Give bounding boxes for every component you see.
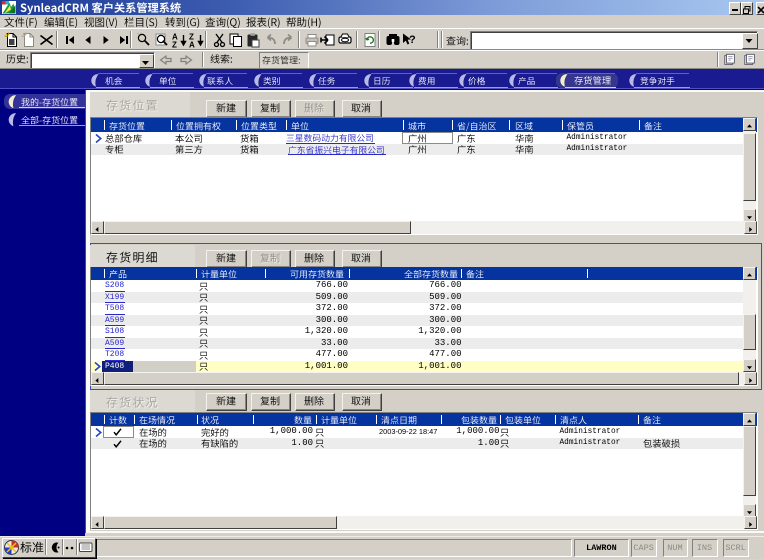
svg-text:?: ?	[409, 34, 416, 46]
svg-text:Z: Z	[172, 41, 177, 49]
svg-text:A: A	[189, 41, 195, 49]
